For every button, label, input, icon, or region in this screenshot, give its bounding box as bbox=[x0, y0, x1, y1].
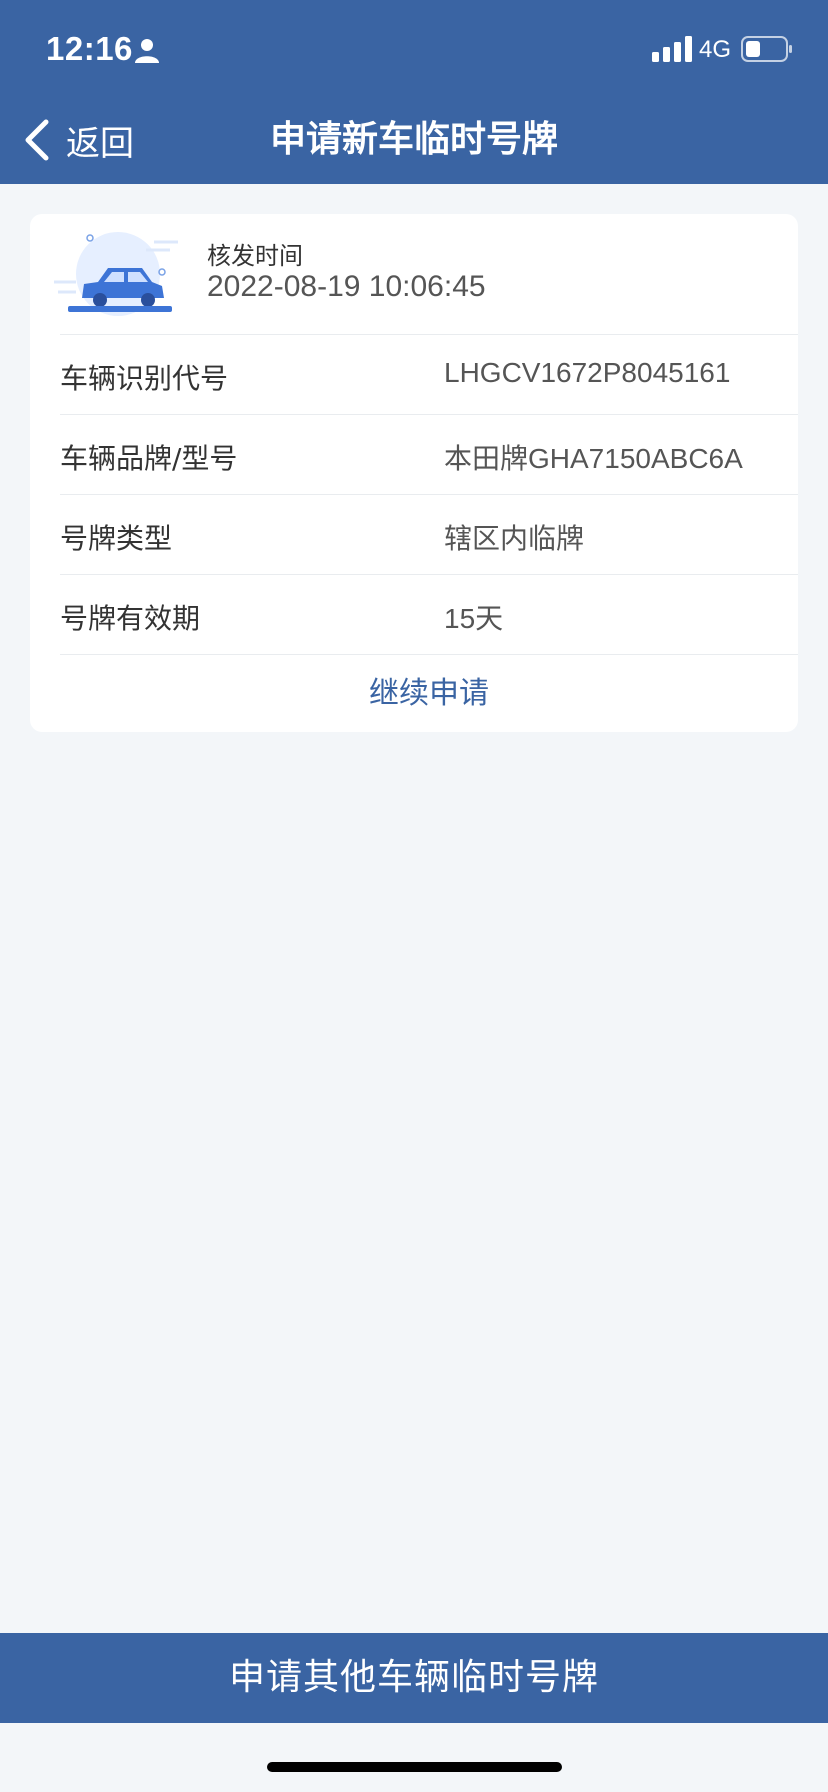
back-label: 返回 bbox=[66, 123, 134, 164]
row-brand-model: 车辆品牌/型号 本田牌GHA7150ABC6A bbox=[60, 414, 798, 494]
issue-section: 核发时间 2022-08-19 10:06:45 bbox=[30, 214, 798, 334]
status-bar: 12:16 4G bbox=[0, 0, 828, 100]
status-time: 12:16 bbox=[46, 30, 133, 67]
chevron-left-icon bbox=[25, 119, 49, 161]
apply-other-vehicle-button[interactable]: 申请其他车辆临时号牌 bbox=[0, 1633, 828, 1723]
row-value: LHGCV1672P8045161 bbox=[444, 357, 731, 388]
permit-card: 核发时间 2022-08-19 10:06:45 车辆识别代号 LHGCV167… bbox=[30, 214, 798, 732]
row-vin: 车辆识别代号 LHGCV1672P8045161 bbox=[60, 334, 798, 414]
car-illustration bbox=[54, 232, 178, 316]
row-label: 号牌有效期 bbox=[60, 602, 201, 635]
row-value: 15天 bbox=[444, 603, 504, 634]
row-value: 本田牌GHA7150ABC6A bbox=[444, 443, 743, 474]
home-indicator bbox=[267, 1762, 562, 1772]
signal-icon bbox=[652, 36, 692, 62]
back-button[interactable]: 返回 bbox=[22, 116, 134, 164]
row-label: 号牌类型 bbox=[60, 522, 173, 555]
continue-apply-link[interactable]: 继续申请 bbox=[60, 654, 798, 732]
header: 12:16 4G 申请新车临时号牌 返回 bbox=[0, 0, 828, 184]
network-type: 4G bbox=[699, 36, 732, 63]
row-label: 车辆品牌/型号 bbox=[60, 442, 238, 475]
row-value: 辖区内临牌 bbox=[444, 523, 585, 554]
person-icon bbox=[135, 39, 159, 63]
nav-bar: 申请新车临时号牌 返回 bbox=[0, 100, 828, 184]
battery-icon bbox=[741, 36, 792, 62]
row-label: 车辆识别代号 bbox=[60, 362, 229, 395]
row-plate-type: 号牌类型 辖区内临牌 bbox=[60, 494, 798, 574]
row-validity: 号牌有效期 15天 bbox=[60, 574, 798, 654]
issue-time-value: 2022-08-19 10:06:45 bbox=[207, 270, 486, 303]
issue-time-label: 核发时间 bbox=[207, 242, 303, 270]
